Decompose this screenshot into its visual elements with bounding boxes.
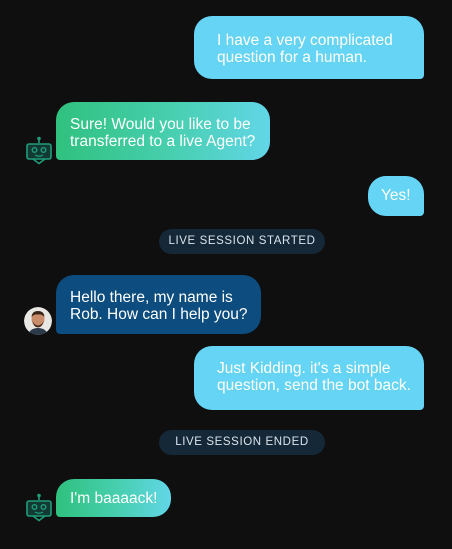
user-message: Yes!	[368, 176, 424, 216]
message-text-line: question, send the bot back.	[217, 377, 411, 394]
message-text-line: Sure! Would you like to be	[70, 116, 251, 133]
session-started-badge: LIVE SESSION STARTED	[159, 229, 325, 254]
message-text-line: question for a human.	[217, 49, 367, 66]
message-text-line: I have a very complicated	[217, 32, 393, 49]
bot-message: Sure! Would you like to be transferred t…	[56, 102, 270, 160]
message-text-line: transferred to a live Agent?	[70, 133, 256, 150]
session-ended-badge: LIVE SESSION ENDED	[159, 430, 325, 455]
message-text-line: Just Kidding. it's a simple	[217, 360, 391, 377]
user-message: Just Kidding. it's a simple question, se…	[194, 346, 424, 410]
robot-icon	[26, 136, 52, 165]
message-text-line: I'm baaaack!	[70, 490, 158, 507]
message-text-line: Rob. How can I help you?	[70, 306, 248, 323]
message-text-line: Yes!	[381, 187, 411, 204]
user-message: I have a very complicated question for a…	[194, 16, 424, 79]
message-text-line: Hello there, my name is	[70, 289, 233, 306]
bot-message: I'm baaaack!	[56, 479, 171, 517]
robot-icon	[26, 493, 52, 522]
agent-avatar	[24, 307, 52, 335]
agent-message: Hello there, my name is Rob. How can I h…	[56, 275, 261, 334]
